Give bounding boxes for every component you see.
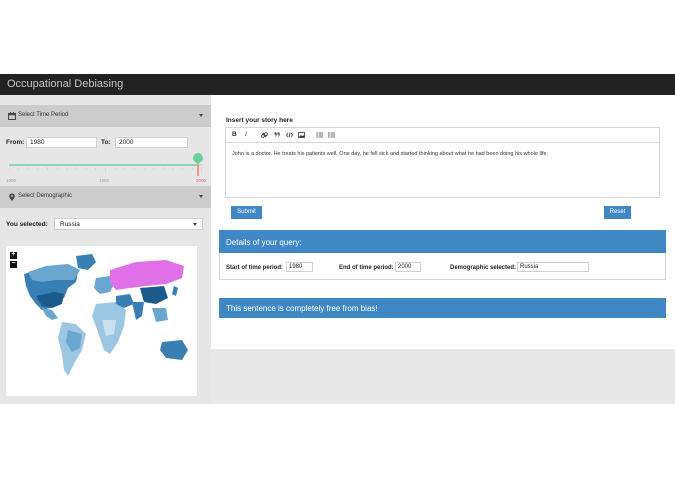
link-icon[interactable] [261,132,268,138]
map-region-canada [28,264,80,282]
caret-down-icon [199,195,203,198]
map-region-mexico [42,308,58,320]
story-text: John is a doctor. He treats his patients… [232,151,549,157]
italic-button[interactable]: I [245,131,247,138]
bold-button[interactable]: B [232,131,237,138]
slider-handle[interactable] [193,153,203,163]
demographic-accordion[interactable]: Select Demographic [0,186,211,208]
slider-handle-stem [197,162,199,176]
story-label: Insert your story here [226,117,293,124]
end-period-label: End of time period: [339,265,394,271]
slider-tick-mid: 1950 [99,178,110,183]
quote-icon[interactable] [274,132,280,138]
ordered-list-icon[interactable] [328,132,335,138]
slider-tick-max: 2000 [196,178,207,183]
result-text: This sentence is completely free from bi… [226,304,378,313]
from-label: From: [6,139,25,146]
image-icon[interactable] [298,132,305,138]
map-region-greenland [76,254,96,270]
to-label: To: [101,139,111,146]
map-region-japan [172,286,178,296]
from-input[interactable]: 1980 [26,137,97,148]
start-period-value[interactable]: 1980 [286,262,313,272]
slider-ticks [9,167,202,173]
demographic-selected-label: Demographic selected: [450,265,517,271]
story-editor[interactable]: B I John is a doctor. He treats his pati… [225,127,660,198]
result-banner: This sentence is completely free from bi… [219,298,666,318]
world-map-svg [24,254,188,376]
calendar-icon [8,112,16,120]
demographic-selected-value[interactable]: Russia [517,262,589,272]
caret-down-icon [199,114,203,117]
details-title: Details of your query: [226,238,302,247]
reset-button[interactable]: Reset [604,206,631,219]
demographic-header: Select Demographic [18,193,73,199]
map-region-australia [160,340,188,360]
world-map[interactable]: + − [6,246,197,396]
time-period-accordion[interactable]: Select Time Period [0,105,211,127]
map-region-india [132,302,144,320]
submit-button[interactable]: Submit [231,206,262,219]
demographic-select-value: Russia [60,221,80,228]
app-header: Occupational Debiasing [0,74,675,95]
year-slider-range [9,164,199,166]
map-region-russia [110,260,184,290]
demographic-select[interactable]: Russia [54,218,203,230]
code-icon[interactable] [286,132,293,138]
editor-toolbar: B I [226,128,659,143]
start-period-label: Start of time period: [226,265,284,271]
caret-down-icon [193,223,197,226]
map-marker-icon [9,193,15,201]
details-panel-header: Details of your query: [219,230,666,254]
slider-tick-min: 1900 [6,178,17,183]
end-period-value[interactable]: 2000 [395,262,421,272]
time-period-header: Select Time Period [18,112,69,118]
unordered-list-icon[interactable] [316,132,323,138]
map-region-southeast-asia [152,308,168,322]
map-region-china [140,286,168,304]
app-title: Occupational Debiasing [7,78,124,90]
you-selected-label: You selected: [6,221,48,228]
footer-area [211,349,675,404]
to-input[interactable]: 2000 [115,137,188,148]
